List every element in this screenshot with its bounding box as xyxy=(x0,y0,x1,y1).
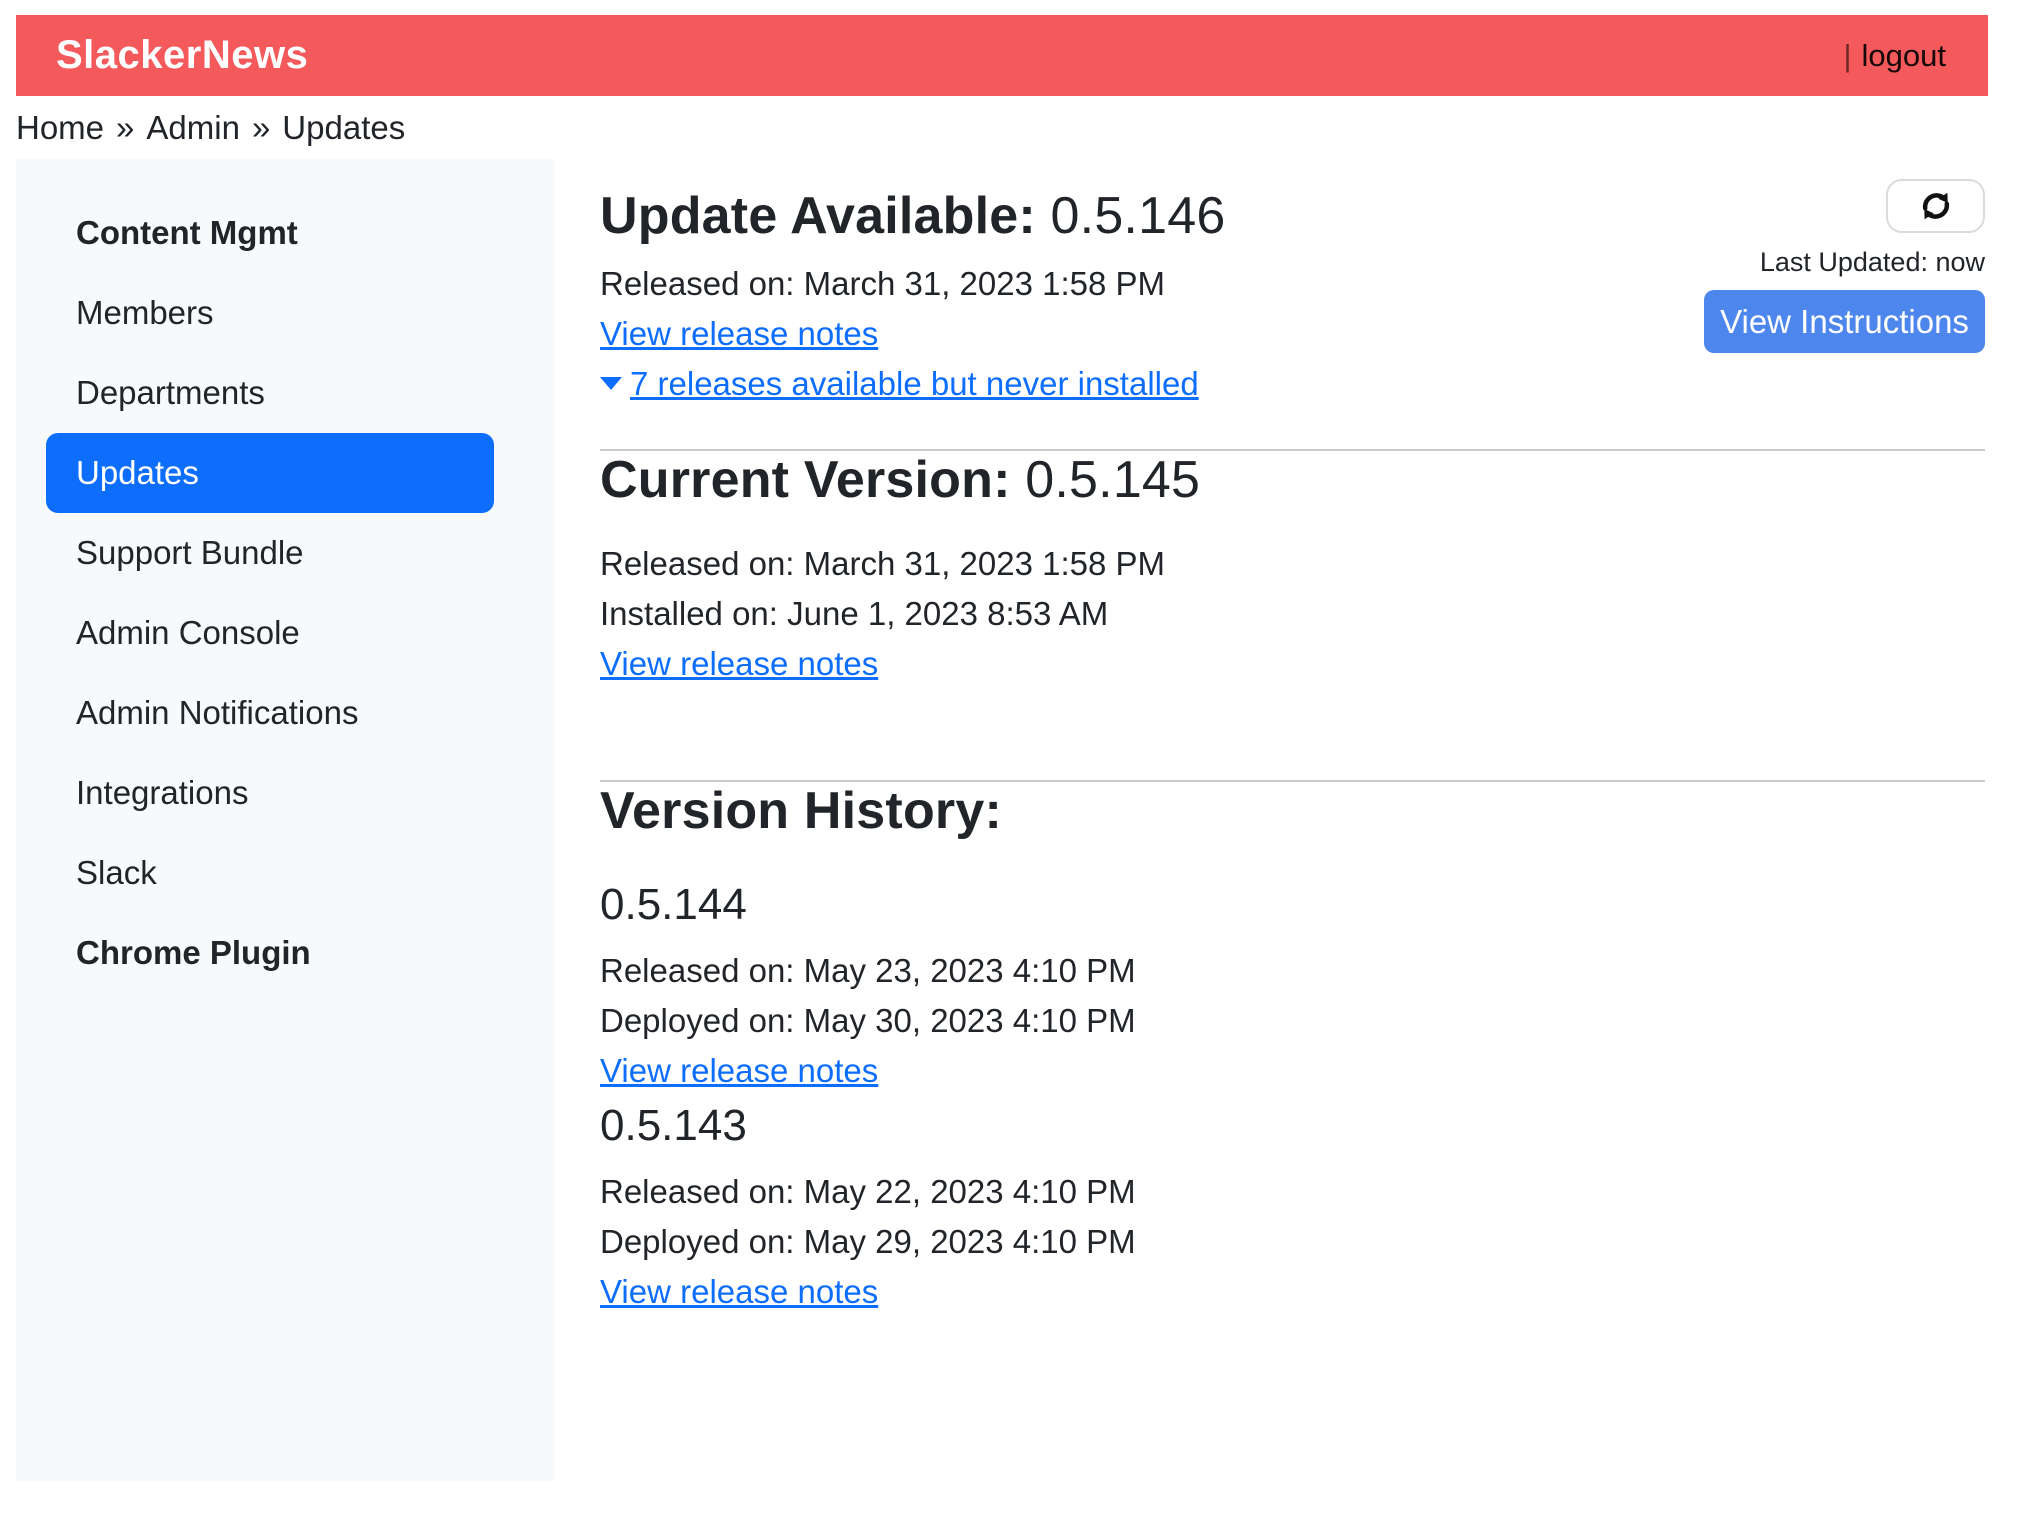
navbar-separator: | xyxy=(1843,38,1851,74)
history-deployed-on: Deployed on: May 29, 2023 4:10 PM xyxy=(600,1217,1985,1267)
version-history-heading: Version History: xyxy=(600,782,1985,842)
sidebar-item-members[interactable]: Members xyxy=(46,273,494,353)
refresh-button[interactable] xyxy=(1886,179,1985,233)
version-history-entry: 0.5.144 Released on: May 23, 2023 4:10 P… xyxy=(600,881,1985,1096)
logout-link[interactable]: logout xyxy=(1862,38,1946,74)
update-available-label: Update Available: xyxy=(600,187,1036,245)
sidebar-item-admin-console[interactable]: Admin Console xyxy=(46,593,494,673)
breadcrumb-separator: » xyxy=(252,109,270,147)
history-release-notes-link[interactable]: View release notes xyxy=(600,1273,878,1310)
sidebar-item-departments[interactable]: Departments xyxy=(46,353,494,433)
current-released-on: Released on: March 31, 2023 1:58 PM xyxy=(600,539,1985,589)
main-content: Update Available: 0.5.146 Released on: M… xyxy=(554,159,1985,1481)
top-navbar: SlackerNews | logout xyxy=(16,15,1988,96)
current-version-section: Current Version: 0.5.145 Released on: Ma… xyxy=(600,451,1985,689)
breadcrumb-admin[interactable]: Admin xyxy=(146,109,240,147)
history-release-notes-link[interactable]: View release notes xyxy=(600,1052,878,1089)
update-available-heading: Update Available: 0.5.146 xyxy=(600,187,1225,247)
sidebar-item-support-bundle[interactable]: Support Bundle xyxy=(46,513,494,593)
update-released-on: Released on: March 31, 2023 1:58 PM xyxy=(600,259,1225,309)
update-available-info: Update Available: 0.5.146 Released on: M… xyxy=(600,187,1225,409)
current-version-label: Current Version: xyxy=(600,451,1011,509)
current-release-notes-link[interactable]: View release notes xyxy=(600,645,878,682)
current-version-heading: Current Version: 0.5.145 xyxy=(600,451,1985,511)
sidebar-item-slack[interactable]: Slack xyxy=(46,833,494,913)
page-layout: Content Mgmt Members Departments Updates… xyxy=(16,159,1985,1481)
version-history-entry: 0.5.143 Released on: May 22, 2023 4:10 P… xyxy=(600,1102,1985,1317)
version-history-section: Version History: 0.5.144 Released on: Ma… xyxy=(600,782,1985,1318)
update-available-section: Update Available: 0.5.146 Released on: M… xyxy=(600,187,1985,409)
breadcrumb-separator: » xyxy=(116,109,134,147)
sidebar-item-integrations[interactable]: Integrations xyxy=(46,753,494,833)
brand-link[interactable]: SlackerNews xyxy=(56,33,308,78)
releases-toggle-link[interactable]: 7 releases available but never installed xyxy=(600,365,1199,402)
sidebar-item-chrome-plugin[interactable]: Chrome Plugin xyxy=(46,913,494,993)
history-deployed-on: Deployed on: May 30, 2023 4:10 PM xyxy=(600,996,1985,1046)
caret-down-icon xyxy=(600,377,622,390)
breadcrumb-current: Updates xyxy=(282,109,405,147)
sidebar-item-updates[interactable]: Updates xyxy=(46,433,494,513)
navbar-right: | logout xyxy=(1843,38,1946,74)
current-installed-on: Installed on: June 1, 2023 8:53 AM xyxy=(600,589,1985,639)
history-version-number: 0.5.143 xyxy=(600,1102,1985,1150)
refresh-icon xyxy=(1918,188,1954,224)
view-instructions-button[interactable]: View Instructions xyxy=(1704,290,1985,353)
current-version-number: 0.5.145 xyxy=(1025,451,1200,509)
update-actions: Last Updated: now View Instructions xyxy=(1704,179,1985,353)
update-available-version: 0.5.146 xyxy=(1051,187,1226,245)
history-version-number: 0.5.144 xyxy=(600,881,1985,929)
breadcrumb-home[interactable]: Home xyxy=(16,109,104,147)
history-released-on: Released on: May 23, 2023 4:10 PM xyxy=(600,946,1985,996)
update-release-notes-link[interactable]: View release notes xyxy=(600,315,878,352)
sidebar-item-content-mgmt[interactable]: Content Mgmt xyxy=(46,193,494,273)
sidebar: Content Mgmt Members Departments Updates… xyxy=(16,159,554,1481)
breadcrumb: Home » Admin » Updates xyxy=(16,109,2012,147)
sidebar-item-admin-notifications[interactable]: Admin Notifications xyxy=(46,673,494,753)
history-released-on: Released on: May 22, 2023 4:10 PM xyxy=(600,1167,1985,1217)
last-updated-text: Last Updated: now xyxy=(1760,247,1985,278)
